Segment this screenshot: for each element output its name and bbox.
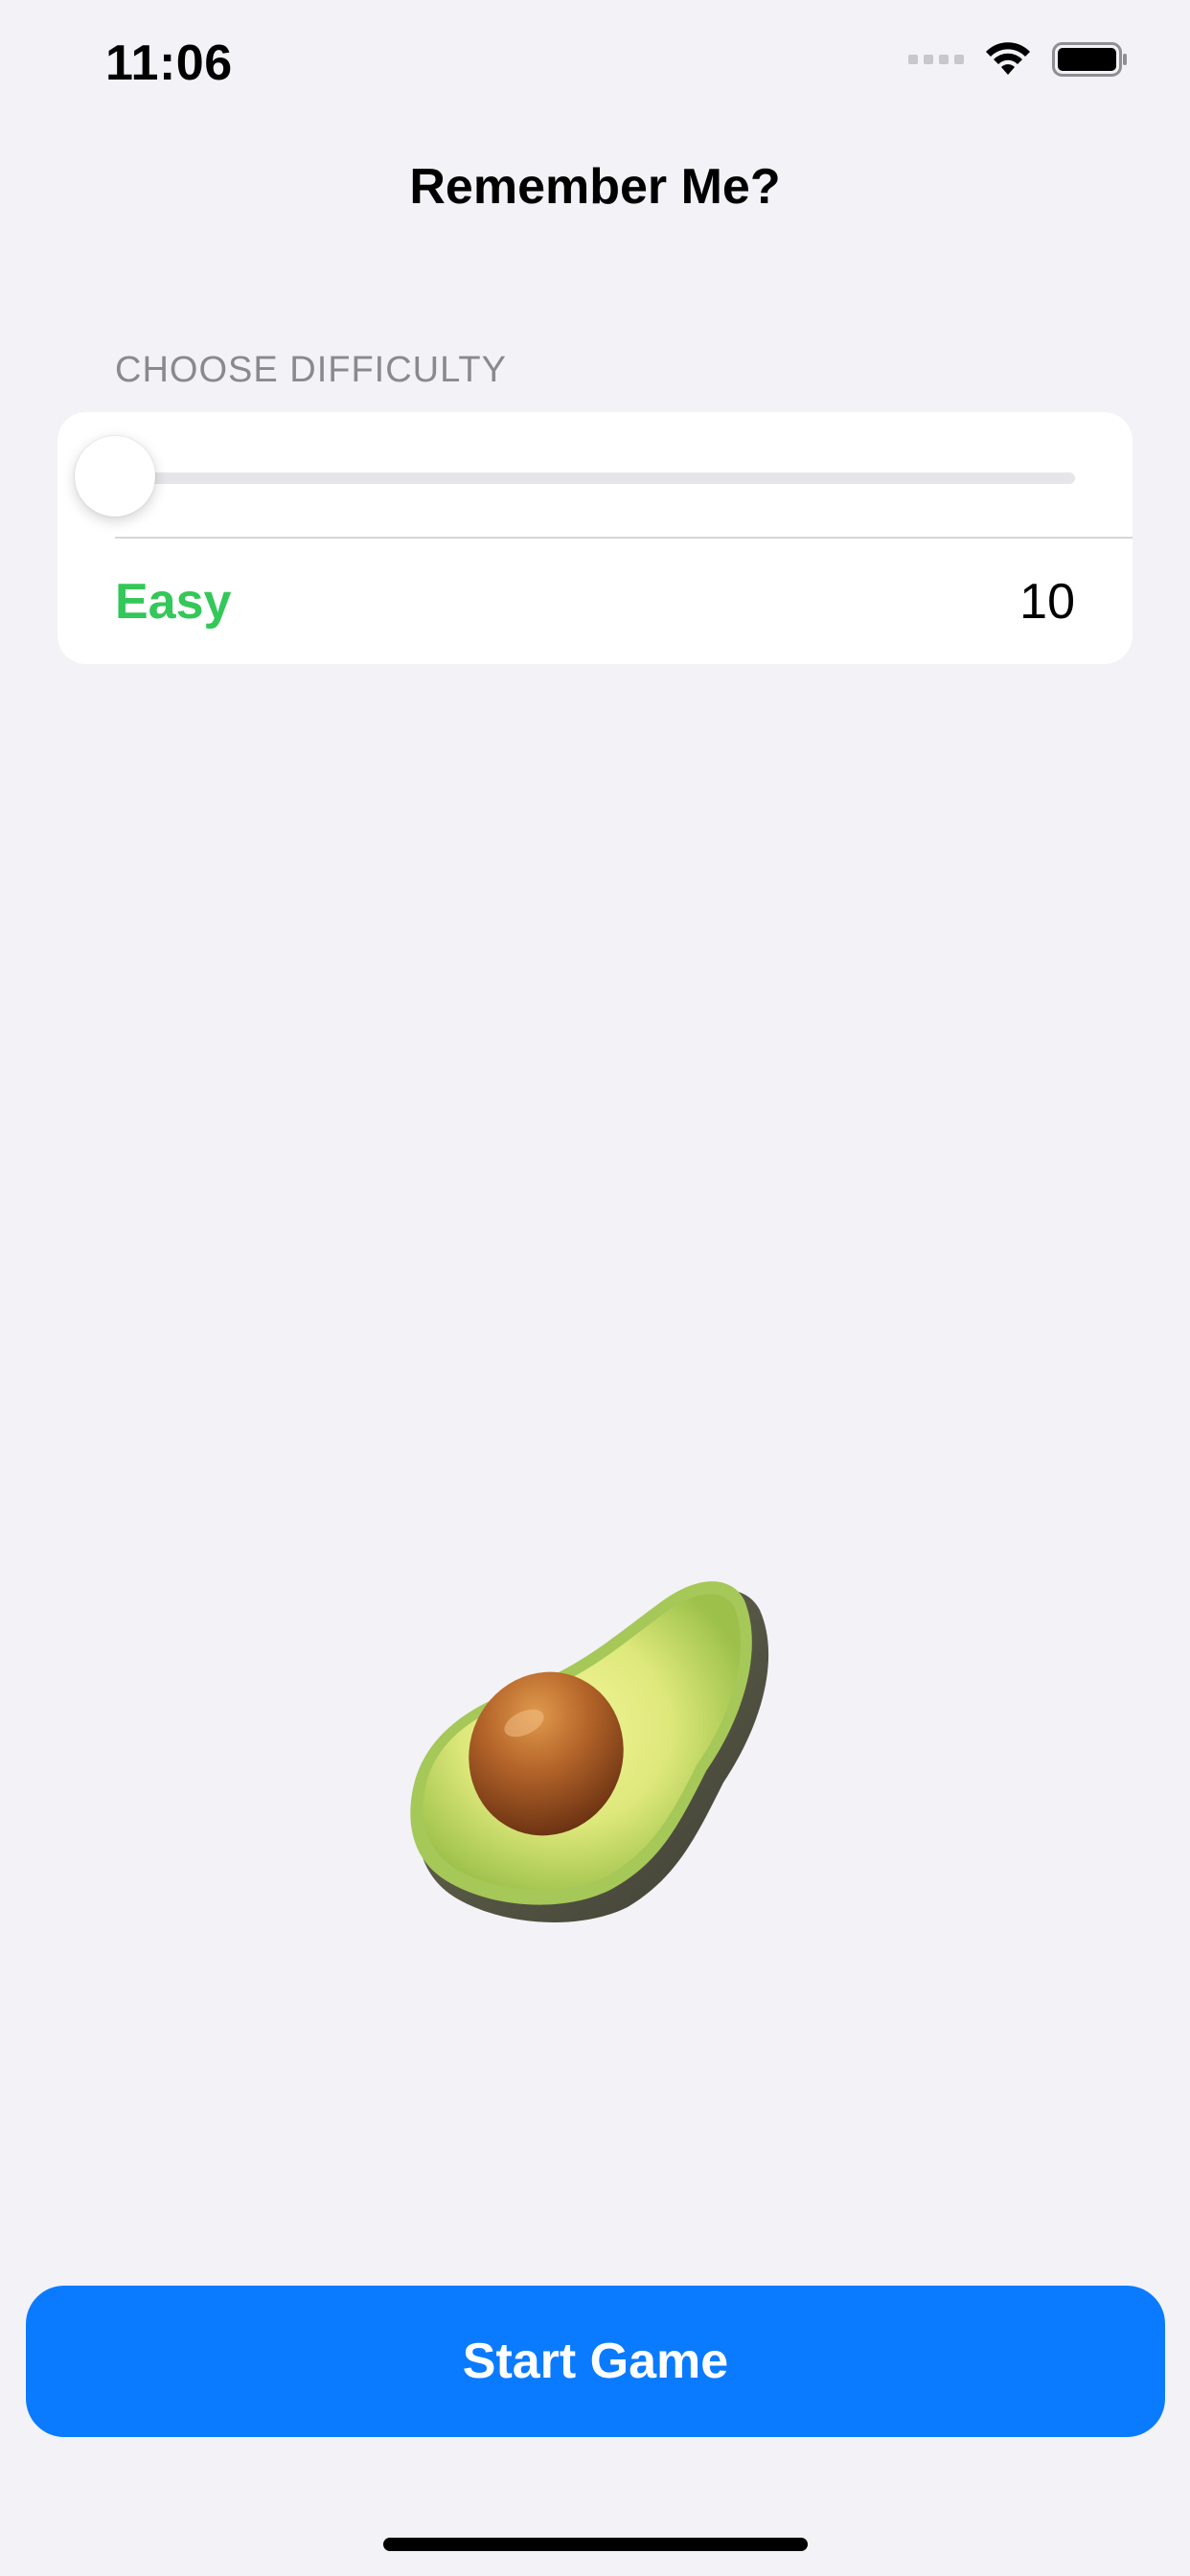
divider <box>115 537 1133 539</box>
start-game-button[interactable]: Start Game <box>26 2286 1165 2437</box>
page-title: Remember Me? <box>409 159 781 215</box>
status-time: 11:06 <box>105 35 233 91</box>
difficulty-card: Easy 10 <box>57 412 1133 664</box>
wifi-icon <box>986 42 1030 75</box>
section-header-difficulty: CHOOSE DIFFICULTY <box>115 350 507 390</box>
home-indicator <box>383 2538 808 2551</box>
battery-icon <box>1052 42 1127 77</box>
signal-dots-icon <box>908 55 964 64</box>
difficulty-level-label: Easy <box>115 574 232 630</box>
avocado-icon <box>388 1552 810 1974</box>
status-bar: 11:06 <box>0 0 1190 134</box>
difficulty-count-value: 10 <box>1019 574 1075 630</box>
status-icons <box>908 42 1129 77</box>
difficulty-slider-track[interactable] <box>115 472 1075 484</box>
difficulty-slider-thumb[interactable] <box>75 436 155 517</box>
